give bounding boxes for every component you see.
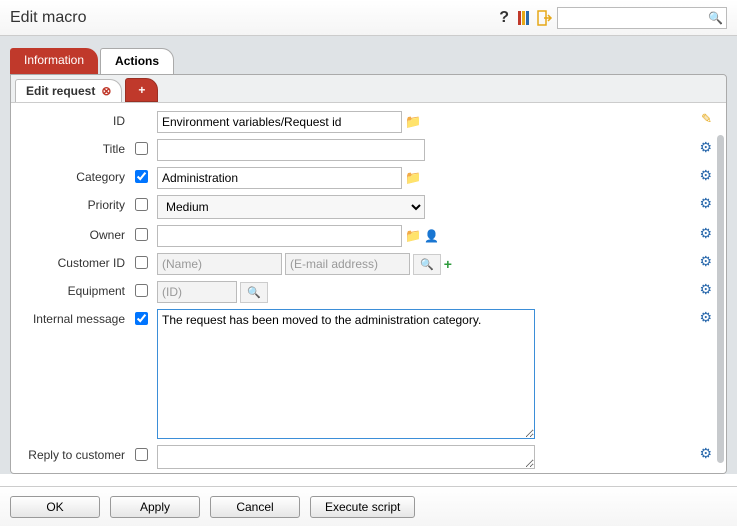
label-internal-message: Internal message — [25, 309, 135, 326]
footer: OK Apply Cancel Execute script — [0, 486, 737, 526]
gear-icon[interactable]: ⚙ — [699, 167, 712, 184]
exit-icon[interactable] — [537, 10, 553, 26]
folder-icon[interactable]: 📁 — [405, 228, 421, 244]
tab-actions[interactable]: Actions — [100, 48, 174, 74]
gear-icon[interactable]: ⚙ — [699, 139, 712, 156]
subtab-edit-request[interactable]: Edit request ⊗ — [15, 79, 122, 102]
apply-button[interactable]: Apply — [110, 496, 200, 518]
search-icon[interactable]: 🔍 — [413, 254, 441, 275]
internal-message-textarea[interactable]: The request has been moved to the admini… — [157, 309, 535, 439]
main-tabs: Information Actions — [10, 48, 727, 74]
actions-panel: Edit request ⊗ + ID 📁 ✎ — [10, 74, 727, 474]
equipment-checkbox[interactable] — [135, 284, 148, 297]
equipment-id-field[interactable] — [157, 281, 237, 303]
customer-name-field[interactable] — [157, 253, 282, 275]
folder-icon[interactable]: 📁 — [405, 114, 421, 130]
label-title: Title — [25, 139, 135, 156]
owner-field[interactable] — [157, 225, 402, 247]
cancel-button[interactable]: Cancel — [210, 496, 300, 518]
plus-icon[interactable]: + — [444, 256, 452, 272]
category-field[interactable] — [157, 167, 402, 189]
tab-information[interactable]: Information — [10, 48, 98, 74]
person-icon[interactable]: 👤 — [424, 229, 439, 243]
title-checkbox[interactable] — [135, 142, 148, 155]
subtab-add[interactable]: + — [125, 78, 158, 102]
label-equipment: Equipment — [25, 281, 135, 298]
gear-icon[interactable]: ⚙ — [699, 309, 712, 326]
customer-checkbox[interactable] — [135, 256, 148, 269]
customer-email-field[interactable] — [285, 253, 410, 275]
pencil-icon[interactable]: ✎ — [701, 111, 712, 127]
scrollbar[interactable] — [717, 135, 724, 463]
title-bar: Edit macro ? 🔍 — [0, 0, 737, 36]
search-input[interactable] — [557, 7, 727, 29]
label-reply: Reply to customer — [25, 445, 135, 462]
label-customer-id: Customer ID — [25, 253, 135, 270]
folder-icon[interactable]: 📁 — [405, 170, 421, 186]
reply-textarea[interactable] — [157, 445, 535, 469]
priority-checkbox[interactable] — [135, 198, 148, 211]
priority-select[interactable]: Medium — [157, 195, 425, 219]
subtab-label: Edit request — [26, 84, 95, 98]
execute-script-button[interactable]: Execute script — [310, 496, 415, 518]
help-icon[interactable]: ? — [495, 9, 513, 27]
gear-icon[interactable]: ⚙ — [699, 195, 712, 212]
ok-button[interactable]: OK — [10, 496, 100, 518]
gear-icon[interactable]: ⚙ — [699, 445, 712, 462]
label-category: Category — [25, 167, 135, 184]
gear-icon[interactable]: ⚙ — [699, 281, 712, 298]
title-field[interactable] — [157, 139, 425, 161]
internal-message-checkbox[interactable] — [135, 312, 148, 325]
close-icon[interactable]: ⊗ — [101, 84, 111, 98]
gear-icon[interactable]: ⚙ — [699, 253, 712, 270]
window-title: Edit macro — [10, 9, 495, 27]
gear-icon[interactable]: ⚙ — [699, 225, 712, 242]
reply-checkbox[interactable] — [135, 448, 148, 461]
owner-checkbox[interactable] — [135, 228, 148, 241]
label-id: ID — [25, 111, 135, 128]
search-icon[interactable]: 🔍 — [708, 11, 723, 25]
id-field[interactable] — [157, 111, 402, 133]
plus-icon: + — [138, 83, 145, 97]
search-icon[interactable]: 🔍 — [240, 282, 268, 303]
category-checkbox[interactable] — [135, 170, 148, 183]
label-priority: Priority — [25, 195, 135, 212]
label-owner: Owner — [25, 225, 135, 242]
columns-icon[interactable] — [517, 10, 533, 26]
